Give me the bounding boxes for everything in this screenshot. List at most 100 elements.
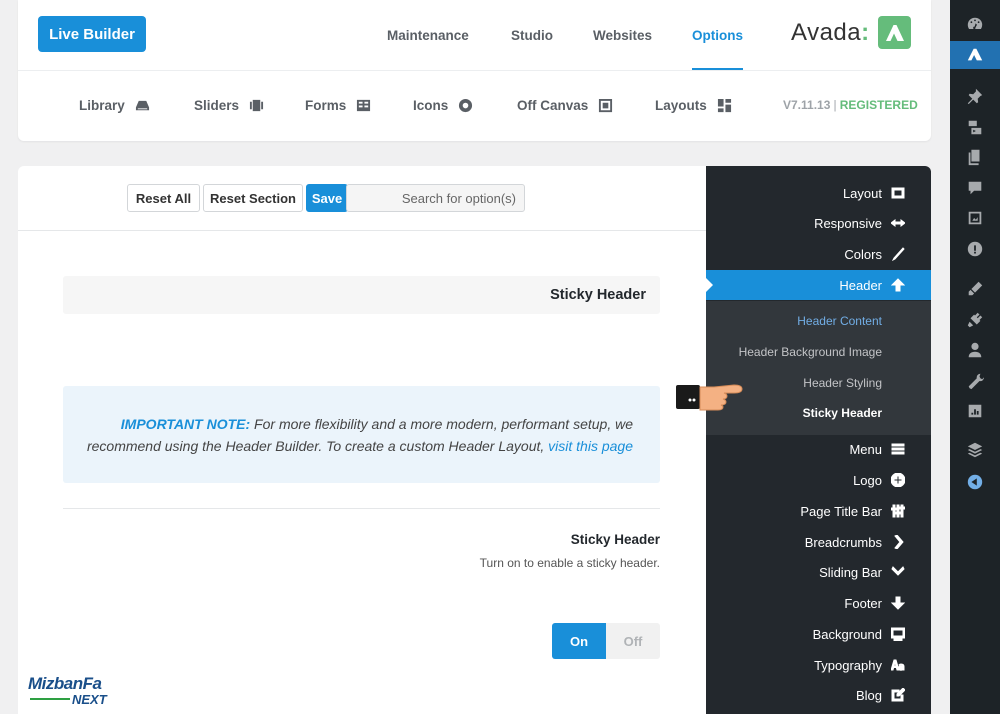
menu-item-breadcrumbs[interactable]: Breadcrumbs bbox=[706, 527, 931, 557]
subnav-off-canvas-label: Off Canvas bbox=[517, 98, 589, 113]
plugins-icon[interactable] bbox=[950, 306, 1000, 334]
subnav-sliders[interactable]: Sliders bbox=[194, 98, 264, 113]
subnav-off-canvas[interactable]: Off Canvas bbox=[517, 98, 613, 113]
users-icon[interactable] bbox=[950, 336, 1000, 364]
brand-name: Avada bbox=[791, 19, 862, 46]
sliders-icon bbox=[249, 99, 264, 112]
appearance-icon[interactable] bbox=[950, 275, 1000, 303]
section-title: Sticky Header bbox=[63, 276, 660, 314]
subnav-sliders-label: Sliders bbox=[194, 98, 240, 113]
top-navigation-card: Live Builder Maintenance Studio Websites… bbox=[18, 0, 931, 141]
page-title-bar-icon bbox=[891, 504, 905, 518]
menu-label: Layout bbox=[842, 185, 882, 201]
toggle-off-button[interactable]: Off bbox=[606, 623, 660, 659]
version-number: V7.11.13 bbox=[783, 98, 831, 112]
subnav-library-label: Library bbox=[79, 98, 125, 113]
menu-item-logo[interactable]: Logo bbox=[706, 465, 931, 495]
alert-icon[interactable] bbox=[950, 235, 1000, 263]
subnav-forms[interactable]: Forms bbox=[305, 98, 371, 113]
submenu-header-content[interactable]: Header Content bbox=[706, 314, 931, 328]
layers-icon[interactable] bbox=[950, 436, 1000, 464]
watermark-next: NEXT bbox=[72, 692, 107, 707]
menu-item-footer[interactable]: Footer bbox=[706, 588, 931, 618]
menu-label: Page Title Bar bbox=[800, 503, 882, 519]
dashboard-icon[interactable] bbox=[950, 10, 1000, 38]
reset-section-button[interactable]: Reset Section bbox=[203, 184, 303, 212]
pointing-hand-icon bbox=[676, 384, 743, 411]
important-note: IMPORTANT NOTE: For more flexibility and… bbox=[63, 386, 660, 483]
comments-icon[interactable] bbox=[950, 174, 1000, 202]
brand-colon: : bbox=[861, 19, 870, 46]
watermark-line bbox=[30, 698, 70, 700]
collapse-menu-icon[interactable] bbox=[950, 468, 1000, 496]
visit-page-link[interactable]: visit this page bbox=[548, 438, 633, 454]
sliding-bar-icon bbox=[891, 565, 905, 579]
subnav-layouts[interactable]: Layouts bbox=[655, 98, 732, 113]
menu-item-sliding-bar[interactable]: Sliding Bar bbox=[706, 557, 931, 587]
avada-wordmark: Avada: bbox=[791, 19, 870, 47]
subnav-icons[interactable]: Icons bbox=[413, 98, 473, 113]
nav-studio-link[interactable]: Studio bbox=[511, 28, 553, 43]
active-indicator bbox=[706, 278, 713, 292]
pin-icon[interactable] bbox=[950, 82, 1000, 110]
menu-item-typography[interactable]: Typography bbox=[706, 650, 931, 680]
options-panel: Reset All Reset Section Save Sticky Head… bbox=[18, 166, 931, 714]
note-label: IMPORTANT NOTE: bbox=[120, 416, 251, 432]
typography-icon bbox=[891, 658, 905, 672]
nav-studio[interactable]: Studio bbox=[511, 0, 553, 70]
wp-admin-sidebar bbox=[944, 0, 1000, 714]
mizbanfa-watermark: MizbanFa NEXT bbox=[28, 674, 128, 708]
nav-websites[interactable]: Websites bbox=[593, 0, 652, 70]
menu-item-header[interactable]: Header bbox=[706, 270, 931, 300]
menu-label: Breadcrumbs bbox=[804, 534, 882, 550]
nav-maintenance[interactable]: Maintenance bbox=[387, 0, 469, 70]
option-divider bbox=[63, 508, 660, 509]
header-icon bbox=[891, 278, 905, 292]
breadcrumbs-icon bbox=[891, 535, 905, 549]
nav-maintenance-link[interactable]: Maintenance bbox=[387, 28, 469, 43]
version-info: V7.11.13 | REGISTERED bbox=[783, 98, 918, 112]
media-icon[interactable] bbox=[950, 113, 1000, 141]
menu-item-blog[interactable]: Blog bbox=[706, 680, 931, 710]
forms-icon bbox=[357, 99, 371, 112]
background-icon bbox=[891, 627, 905, 641]
toggle-on-button[interactable]: On bbox=[552, 623, 606, 659]
nav-options-link[interactable]: Options bbox=[692, 28, 743, 43]
nav-websites-link[interactable]: Websites bbox=[593, 28, 652, 43]
sticky-header-toggle[interactable]: On Off bbox=[552, 623, 660, 659]
menu-label: Typography bbox=[814, 657, 882, 673]
subnav-icons-label: Icons bbox=[413, 98, 449, 113]
blog-icon bbox=[891, 688, 905, 702]
search-options-input[interactable] bbox=[346, 184, 525, 212]
nav-options[interactable]: Options bbox=[692, 0, 743, 70]
live-builder-button[interactable]: Live Builder bbox=[38, 16, 146, 52]
option-description: Turn on to enable a sticky header. bbox=[479, 556, 660, 570]
version-separator: | bbox=[833, 98, 837, 112]
menu-label: Colors bbox=[844, 246, 882, 262]
reset-all-button[interactable]: Reset All bbox=[127, 184, 200, 212]
menu-label: Footer bbox=[844, 595, 882, 611]
avada-logo-icon bbox=[878, 16, 911, 49]
menu-item-background[interactable]: Background bbox=[706, 619, 931, 649]
portfolio-icon[interactable] bbox=[950, 204, 1000, 232]
save-button[interactable]: Save bbox=[306, 184, 348, 212]
off-canvas-icon bbox=[599, 98, 613, 113]
avada-menu-icon[interactable] bbox=[950, 41, 1000, 69]
menu-item-colors[interactable]: Colors bbox=[706, 239, 931, 269]
colors-icon bbox=[891, 247, 905, 261]
submenu-header-background-image[interactable]: Header Background Image bbox=[706, 345, 931, 359]
options-side-menu: Layout Responsive Colors Header Header C… bbox=[706, 166, 931, 714]
tools-icon[interactable] bbox=[950, 367, 1000, 395]
footer-icon bbox=[891, 596, 905, 610]
settings-icon[interactable] bbox=[950, 397, 1000, 425]
menu-item-responsive[interactable]: Responsive bbox=[706, 208, 931, 238]
subnav-library[interactable]: Library bbox=[79, 98, 150, 113]
menu-label: Responsive bbox=[814, 215, 882, 231]
header-submenu: Header Content Header Background Image H… bbox=[706, 301, 931, 435]
menu-item-menu[interactable]: Menu bbox=[706, 434, 931, 464]
registered-badge: REGISTERED bbox=[839, 98, 918, 112]
pages-icon[interactable] bbox=[950, 143, 1000, 171]
layout-icon bbox=[891, 186, 905, 200]
menu-item-page-title-bar[interactable]: Page Title Bar bbox=[706, 496, 931, 526]
menu-item-layout[interactable]: Layout bbox=[706, 178, 931, 208]
